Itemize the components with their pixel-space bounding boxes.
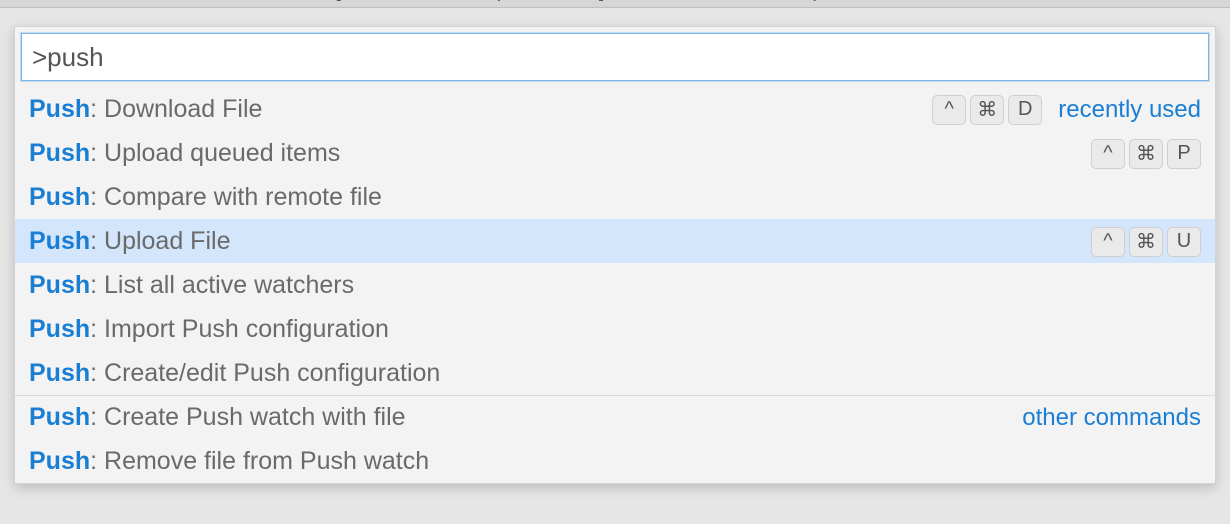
key-u: U bbox=[1167, 227, 1201, 257]
command-label: Push: Upload File bbox=[29, 227, 1083, 256]
command-palette-item[interactable]: Push: Import Push configuration bbox=[15, 307, 1215, 351]
group-label: other commands bbox=[1022, 404, 1201, 432]
command-prefix: Push bbox=[29, 315, 90, 343]
key-ctrl: ^ bbox=[1091, 139, 1125, 169]
command-prefix: Push bbox=[29, 271, 90, 299]
command-palette-item[interactable]: Push: Create/edit Push configuration bbox=[15, 351, 1215, 395]
key-d: D bbox=[1008, 95, 1042, 125]
command-label: Push: Download File bbox=[29, 95, 924, 124]
command-prefix: Push bbox=[29, 359, 90, 387]
key-ctrl: ^ bbox=[932, 95, 966, 125]
command-palette: Push: Download File^⌘Drecently usedPush:… bbox=[14, 26, 1216, 484]
command-suffix: : Upload File bbox=[90, 227, 230, 255]
key-p: P bbox=[1167, 139, 1201, 169]
key-cmd: ⌘ bbox=[970, 95, 1004, 125]
command-palette-item[interactable]: Push: Upload File ^⌘U bbox=[15, 219, 1215, 263]
command-suffix: : Compare with remote file bbox=[90, 183, 382, 211]
command-prefix: Push bbox=[29, 95, 90, 123]
command-suffix: : Download File bbox=[90, 95, 262, 123]
command-label: Push: Create Push watch with file bbox=[29, 403, 1006, 432]
command-palette-searchwrap bbox=[15, 27, 1215, 87]
command-prefix: Push bbox=[29, 447, 90, 475]
command-suffix: : Create Push watch with file bbox=[90, 403, 405, 431]
command-palette-item[interactable]: Push: Create Push watch with file other c… bbox=[15, 395, 1215, 439]
command-label: Push: Compare with remote file bbox=[29, 183, 1201, 212]
key-cmd: ⌘ bbox=[1129, 227, 1163, 257]
window-title: [Extension Development Host] another-tes… bbox=[335, 0, 894, 3]
command-label: Push: Upload queued items bbox=[29, 139, 1083, 168]
command-prefix: Push bbox=[29, 227, 90, 255]
keybinding: ^⌘P bbox=[1091, 139, 1201, 169]
command-suffix: : Import Push configuration bbox=[90, 315, 389, 343]
command-palette-item[interactable]: Push: List all active watchers bbox=[15, 263, 1215, 307]
command-palette-input[interactable] bbox=[21, 33, 1209, 81]
command-palette-list: Push: Download File^⌘Drecently usedPush:… bbox=[15, 87, 1215, 483]
key-ctrl: ^ bbox=[1091, 227, 1125, 257]
keybinding: ^⌘D bbox=[932, 95, 1042, 125]
command-label: Push: Create/edit Push configuration bbox=[29, 359, 1201, 388]
command-label: Push: Remove file from Push watch bbox=[29, 447, 1201, 476]
command-palette-item[interactable]: Push: Upload queued items ^⌘P bbox=[15, 131, 1215, 175]
command-label: Push: List all active watchers bbox=[29, 271, 1201, 300]
keybinding: ^⌘U bbox=[1091, 227, 1201, 257]
command-palette-item[interactable]: Push: Compare with remote file bbox=[15, 175, 1215, 219]
command-label: Push: Import Push configuration bbox=[29, 315, 1201, 344]
command-suffix: : Upload queued items bbox=[90, 139, 340, 167]
command-prefix: Push bbox=[29, 183, 90, 211]
command-suffix: : Create/edit Push configuration bbox=[90, 359, 440, 387]
command-palette-item[interactable]: Push: Download File^⌘Drecently used bbox=[15, 87, 1215, 131]
command-prefix: Push bbox=[29, 139, 90, 167]
command-suffix: : List all active watchers bbox=[90, 271, 354, 299]
key-cmd: ⌘ bbox=[1129, 139, 1163, 169]
group-label: recently used bbox=[1058, 96, 1201, 124]
command-prefix: Push bbox=[29, 403, 90, 431]
window-titlebar: [Extension Development Host] another-tes… bbox=[0, 0, 1230, 8]
command-palette-item[interactable]: Push: Remove file from Push watch bbox=[15, 439, 1215, 483]
command-suffix: : Remove file from Push watch bbox=[90, 447, 429, 475]
